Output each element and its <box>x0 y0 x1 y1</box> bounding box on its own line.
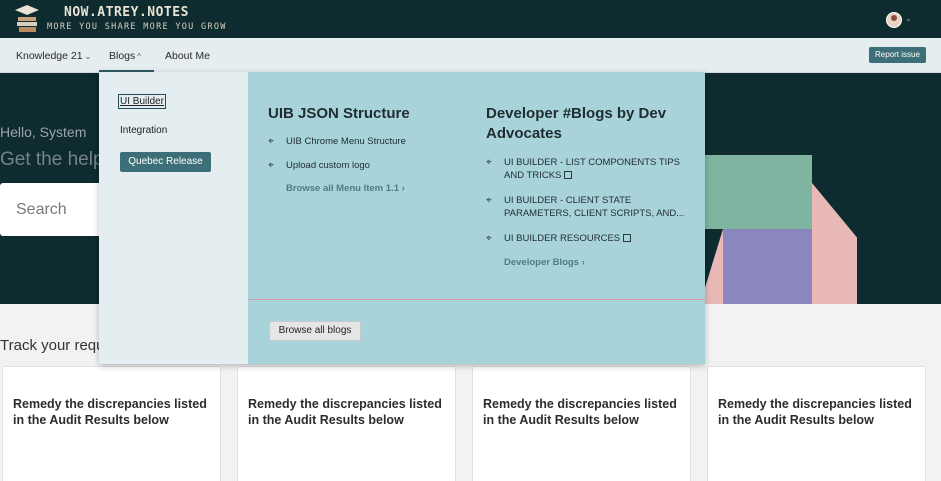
browse-all-blogs-button[interactable]: Browse all blogs <box>269 321 361 341</box>
menu-item-label: UI BUILDER RESOURCES <box>504 233 621 244</box>
menu-divider <box>248 299 705 300</box>
nav-blogs-label: Blogs <box>109 50 136 62</box>
card-text: Remedy the discrepancies listed in the A… <box>483 397 677 427</box>
menu-item-label: Upload custom logo <box>286 160 370 171</box>
menu-item-label-text: AND TRICKS <box>504 170 562 181</box>
section-title: Track your requ <box>0 337 105 354</box>
top-header: NOW.ATREY.NOTES MORE YOU SHARE MORE YOU … <box>0 0 941 38</box>
column-title: Developer #Blogs by Dev Advocates <box>486 104 666 144</box>
column-title-line: Advocates <box>486 125 562 142</box>
report-issue-button[interactable]: Report issue <box>869 47 926 63</box>
menu-item[interactable]: ⌖ UIB Chrome Menu Structure <box>268 135 406 148</box>
books-stack-icon[interactable] <box>14 4 40 34</box>
main-navbar: Knowledge 21 ⌄ Blogs ^ About Me <box>0 38 941 73</box>
crosshair-icon: ⌖ <box>486 157 492 168</box>
menu-item[interactable]: ⌖ Upload custom logo <box>268 159 370 172</box>
chevron-right-icon: › <box>401 183 405 194</box>
card-text: Remedy the discrepancies listed in the A… <box>718 397 912 427</box>
crosshair-icon: ⌖ <box>268 136 274 147</box>
chevron-up-icon: ^ <box>137 52 142 61</box>
browse-link-label: Browse all Menu Item 1.1 <box>286 183 399 194</box>
column-title: UIB JSON Structure <box>268 105 410 122</box>
hero-greeting: Hello, System <box>0 124 87 140</box>
crosshair-icon: ⌖ <box>268 160 274 171</box>
menu-item[interactable]: ⌖ UI BUILDER - CLIENT STATE PARAMETERS, … <box>486 194 685 220</box>
brand-tagline: MORE YOU SHARE MORE YOU GROW <box>47 22 227 32</box>
browse-menu-items-link[interactable]: Browse all Menu Item 1.1 › <box>286 183 405 194</box>
browse-link-label: Developer Blogs <box>504 257 579 268</box>
task-card[interactable]: Remedy the discrepancies listed in the A… <box>237 366 456 481</box>
decorative-shape <box>723 229 812 304</box>
nav-about-label: About Me <box>165 50 210 62</box>
nav-blogs[interactable]: Blogs ^ <box>109 50 141 62</box>
brand-name[interactable]: NOW.ATREY.NOTES <box>64 5 189 20</box>
menu-item-label: UI BUILDER - CLIENT STATE <box>504 195 632 206</box>
decorative-shape <box>700 155 812 229</box>
dropdown-sidebar: UI Builder Integration Quebec Release <box>99 72 248 364</box>
chevron-right-icon: › <box>581 257 585 268</box>
user-avatar-icon[interactable] <box>886 12 902 28</box>
blogs-dropdown-menu: UI Builder Integration Quebec Release UI… <box>99 72 705 364</box>
nav-about-me[interactable]: About Me <box>165 50 210 62</box>
quebec-release-button[interactable]: Quebec Release <box>120 152 211 172</box>
menu-link-integration[interactable]: Integration <box>120 125 167 136</box>
task-card[interactable]: Remedy the discrepancies listed in the A… <box>472 366 691 481</box>
column-title-line: Developer #Blogs by Dev <box>486 105 667 122</box>
chevron-down-icon[interactable]: ⌄ <box>905 14 912 23</box>
menu-item-label-line2: AND TRICKS <box>504 169 680 182</box>
chevron-down-icon: ⌄ <box>84 52 92 61</box>
task-card[interactable]: Remedy the discrepancies listed in the A… <box>2 366 221 481</box>
menu-item[interactable]: ⌖ UI BUILDER RESOURCES <box>486 232 632 245</box>
card-text: Remedy the discrepancies listed in the A… <box>13 397 207 427</box>
menu-item[interactable]: ⌖ UI BUILDER - LIST COMPONENTS TIPS AND … <box>486 156 680 182</box>
external-link-icon <box>564 171 573 179</box>
menu-item-label: UI BUILDER - LIST COMPONENTS TIPS <box>504 157 680 168</box>
menu-item-label: UIB Chrome Menu Structure <box>286 136 406 147</box>
nav-knowledge[interactable]: Knowledge 21 ⌄ <box>16 50 91 62</box>
dropdown-content: UIB JSON Structure ⌖ UIB Chrome Menu Str… <box>248 72 705 364</box>
card-text: Remedy the discrepancies listed in the A… <box>248 397 442 427</box>
decorative-shape <box>812 183 857 304</box>
crosshair-icon: ⌖ <box>486 233 492 244</box>
crosshair-icon: ⌖ <box>486 195 492 206</box>
task-card[interactable]: Remedy the discrepancies listed in the A… <box>707 366 926 481</box>
developer-blogs-link[interactable]: Developer Blogs › <box>504 257 585 268</box>
search-placeholder: Search <box>16 201 67 218</box>
nav-knowledge-label: Knowledge 21 <box>16 50 83 62</box>
menu-link-ui-builder[interactable]: UI Builder <box>118 94 166 109</box>
menu-item-label-line2: PARAMETERS, CLIENT SCRIPTS, AND... <box>504 208 685 219</box>
external-link-icon <box>623 234 632 242</box>
hero-title: Get the help <box>0 149 104 170</box>
